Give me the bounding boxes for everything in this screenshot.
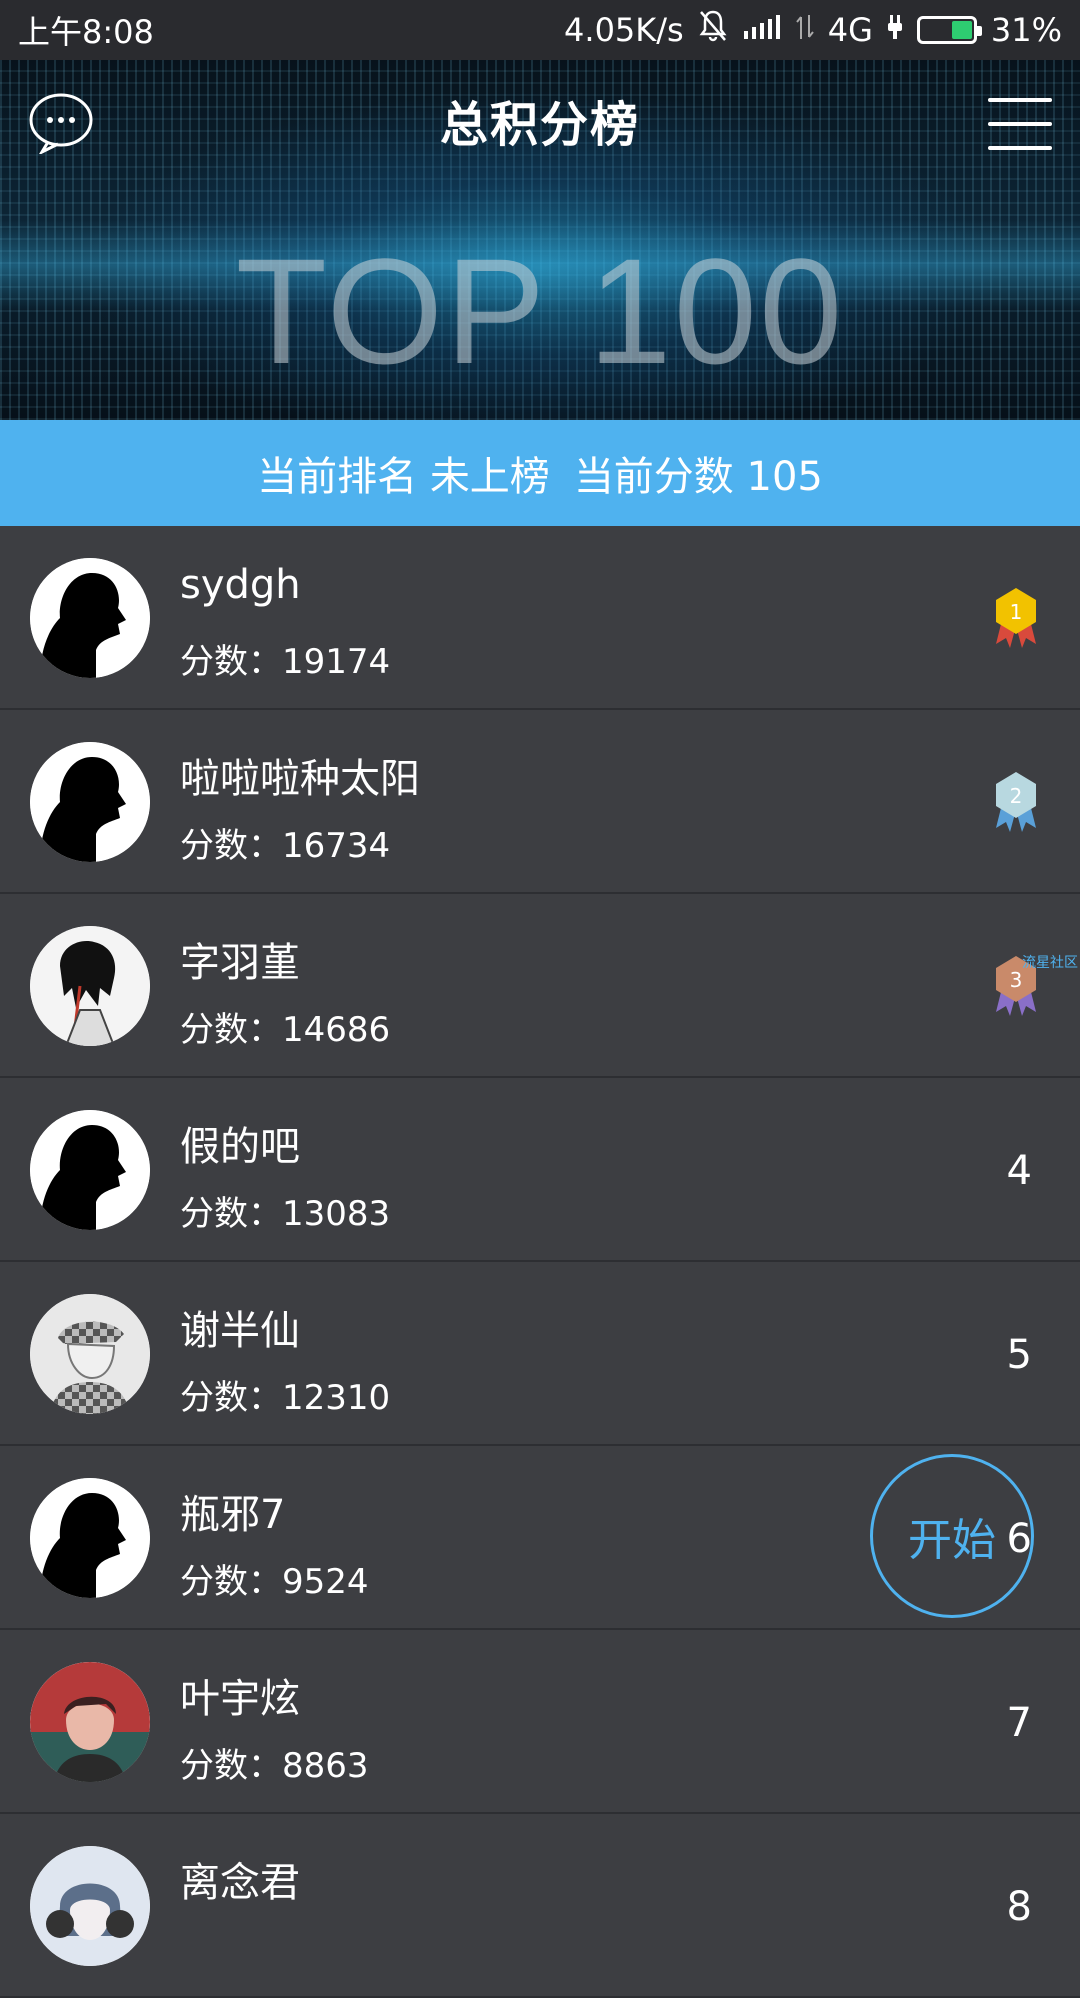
list-item[interactable]: 离念君 8 <box>0 1814 1080 1998</box>
rank-number: 4 <box>1006 1148 1032 1194</box>
player-score: 分数：13083 <box>180 1194 391 1234</box>
signal-icon <box>742 11 782 49</box>
player-score: 分数：14686 <box>180 1010 391 1050</box>
hamburger-menu-icon[interactable] <box>988 98 1052 152</box>
page-title: 总积分榜 <box>439 97 640 153</box>
rank-number: 7 <box>1006 1700 1032 1746</box>
mute-icon <box>698 9 728 51</box>
silver-medal-icon: 2 <box>988 770 1044 834</box>
nav-bar: 总积分榜 <box>0 60 1080 180</box>
list-item[interactable]: 谢半仙 分数：12310 5 <box>0 1262 1080 1446</box>
list-item[interactable]: 叶宇炫 分数：8863 7 <box>0 1630 1080 1814</box>
rank-number: 5 <box>1006 1332 1032 1378</box>
chat-bubble-icon[interactable] <box>28 92 94 156</box>
hero-big-title: TOP 100 <box>235 227 845 395</box>
status-time: 上午8:08 <box>18 13 154 51</box>
player-name: 离念君 <box>180 1860 300 1906</box>
player-score: 分数：19174 <box>180 642 391 682</box>
player-name: 瓶邪7 <box>180 1492 286 1538</box>
avatar[interactable] <box>30 1110 150 1230</box>
watermark: 流星社区 <box>1022 955 1078 971</box>
player-name: 谢半仙 <box>180 1308 300 1354</box>
avatar[interactable] <box>30 742 150 862</box>
current-rank-banner: 当前排名 未上榜 当前分数 105 <box>0 420 1080 526</box>
avatar[interactable] <box>30 1662 150 1782</box>
player-name: 叶宇炫 <box>180 1676 300 1722</box>
avatar[interactable] <box>30 1478 150 1598</box>
data-transfer-icon <box>795 11 814 49</box>
player-name: 啦啦啦种太阳 <box>180 756 420 802</box>
leaderboard-list[interactable]: sydgh 分数：19174 1 啦啦啦种太阳 分数：16734 2 字羽堇 分… <box>0 526 1080 1998</box>
svg-text:3: 3 <box>1010 968 1023 992</box>
player-score: 分数：9524 <box>180 1562 369 1602</box>
avatar[interactable] <box>30 1294 150 1414</box>
hero-header: 总积分榜 TOP 100 <box>0 60 1080 420</box>
avatar[interactable] <box>30 558 150 678</box>
start-button[interactable]: 开始 <box>870 1454 1034 1618</box>
svg-text:2: 2 <box>1010 784 1023 808</box>
list-item[interactable]: 假的吧 分数：13083 4 <box>0 1078 1080 1262</box>
gold-medal-icon: 1 <box>988 586 1044 650</box>
player-name: sydgh <box>180 562 301 608</box>
battery-icon <box>916 16 982 44</box>
list-item[interactable]: sydgh 分数：19174 1 <box>0 526 1080 710</box>
player-score: 分数：12310 <box>180 1378 391 1418</box>
avatar[interactable] <box>30 926 150 1046</box>
score-label: 当前分数 105 <box>573 454 823 500</box>
player-name: 假的吧 <box>180 1124 300 1170</box>
net-speed: 4.05K/s <box>564 11 684 49</box>
network-type: 4G <box>827 11 873 49</box>
status-right: 4.05K/s 4G 31% <box>564 9 1062 51</box>
list-item[interactable]: 啦啦啦种太阳 分数：16734 2 <box>0 710 1080 894</box>
player-score: 分数：16734 <box>180 826 391 866</box>
avatar[interactable] <box>30 1846 150 1966</box>
rank-label: 当前排名 未上榜 <box>257 454 550 500</box>
status-bar: 上午8:08 4.05K/s 4G 31% <box>0 0 1080 60</box>
rank-number: 8 <box>1006 1884 1032 1930</box>
player-score: 分数：8863 <box>180 1746 369 1786</box>
charging-icon <box>887 11 903 49</box>
player-name: 字羽堇 <box>180 940 300 986</box>
battery-level: 31% <box>990 11 1062 49</box>
list-item[interactable]: 字羽堇 分数：14686 3 <box>0 894 1080 1078</box>
svg-text:1: 1 <box>1010 600 1023 624</box>
